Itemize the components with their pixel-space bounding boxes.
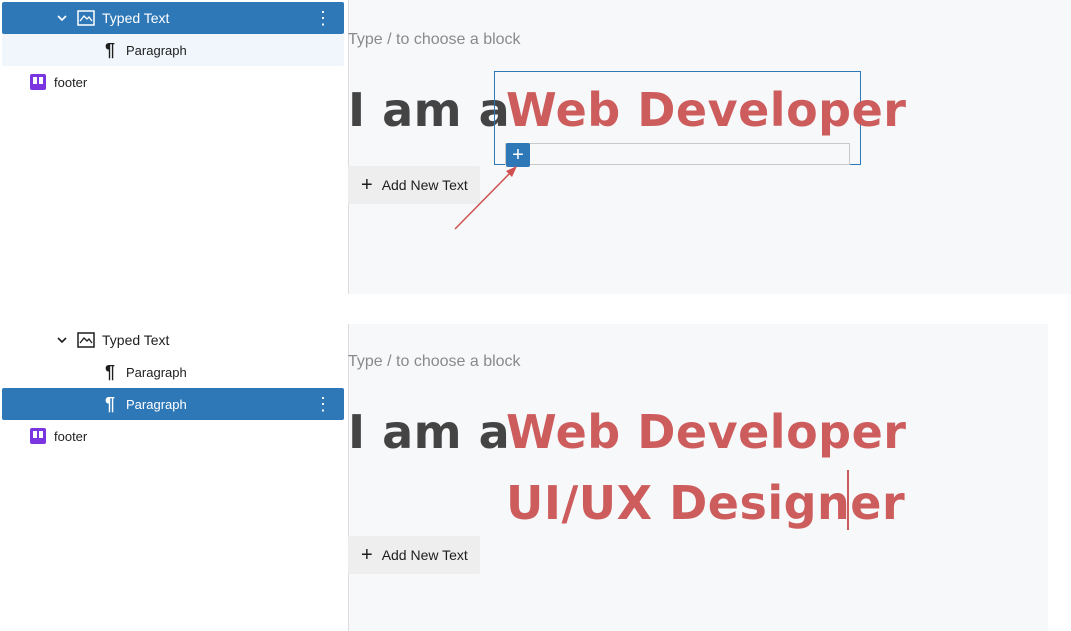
typed-item-text[interactable]: UI/UX Designer (506, 480, 905, 526)
list-item-footer[interactable]: footer (2, 420, 344, 452)
list-item-paragraph[interactable]: ¶ Paragraph (2, 34, 344, 66)
add-new-text-label: Add New Text (381, 547, 468, 563)
text-cursor (847, 470, 849, 530)
list-item-label: Paragraph (126, 42, 187, 58)
plus-icon: + (361, 544, 373, 566)
typed-prefix-text[interactable]: I am a (348, 87, 510, 133)
list-item-footer[interactable]: footer (2, 66, 344, 98)
chevron-down-icon[interactable] (55, 11, 69, 25)
chevron-down-icon[interactable] (55, 333, 69, 347)
image-icon (76, 8, 96, 28)
list-item-label: footer (54, 74, 88, 90)
typed-item-text[interactable]: Web Developer (506, 87, 907, 133)
list-item-typed-text[interactable]: Typed Text (2, 324, 344, 356)
list-item-label: footer (54, 428, 88, 444)
plus-icon: + (361, 174, 373, 196)
more-options-icon[interactable]: ⋮ (314, 9, 332, 27)
typed-prefix-text[interactable]: I am a (348, 409, 510, 455)
block-placeholder-hint[interactable]: Type / to choose a block (348, 31, 521, 49)
list-item-paragraph-selected[interactable]: ¶ Paragraph ⋮ (2, 388, 344, 420)
footer-icon (28, 426, 48, 446)
paragraph-icon: ¶ (104, 361, 115, 382)
annotation-arrow-icon (454, 166, 517, 230)
paragraph-icon: ¶ (104, 39, 115, 60)
list-item-label: Paragraph (126, 364, 187, 380)
list-item-typed-text[interactable]: Typed Text ⋮ (2, 2, 344, 34)
typed-item-text[interactable]: Web Developer (506, 409, 907, 455)
list-item-label: Typed Text (102, 332, 170, 348)
list-item-label: Typed Text (102, 10, 170, 26)
footer-icon (28, 72, 48, 92)
list-item-paragraph[interactable]: ¶ Paragraph (2, 356, 344, 388)
block-placeholder-hint[interactable]: Type / to choose a block (348, 353, 521, 371)
add-new-text-button[interactable]: + Add New Text (348, 536, 480, 574)
more-options-icon[interactable]: ⋮ (314, 395, 332, 413)
image-icon (76, 330, 96, 350)
list-item-label: Paragraph (126, 396, 187, 412)
paragraph-icon: ¶ (104, 393, 115, 414)
new-item-input[interactable] (505, 143, 850, 165)
